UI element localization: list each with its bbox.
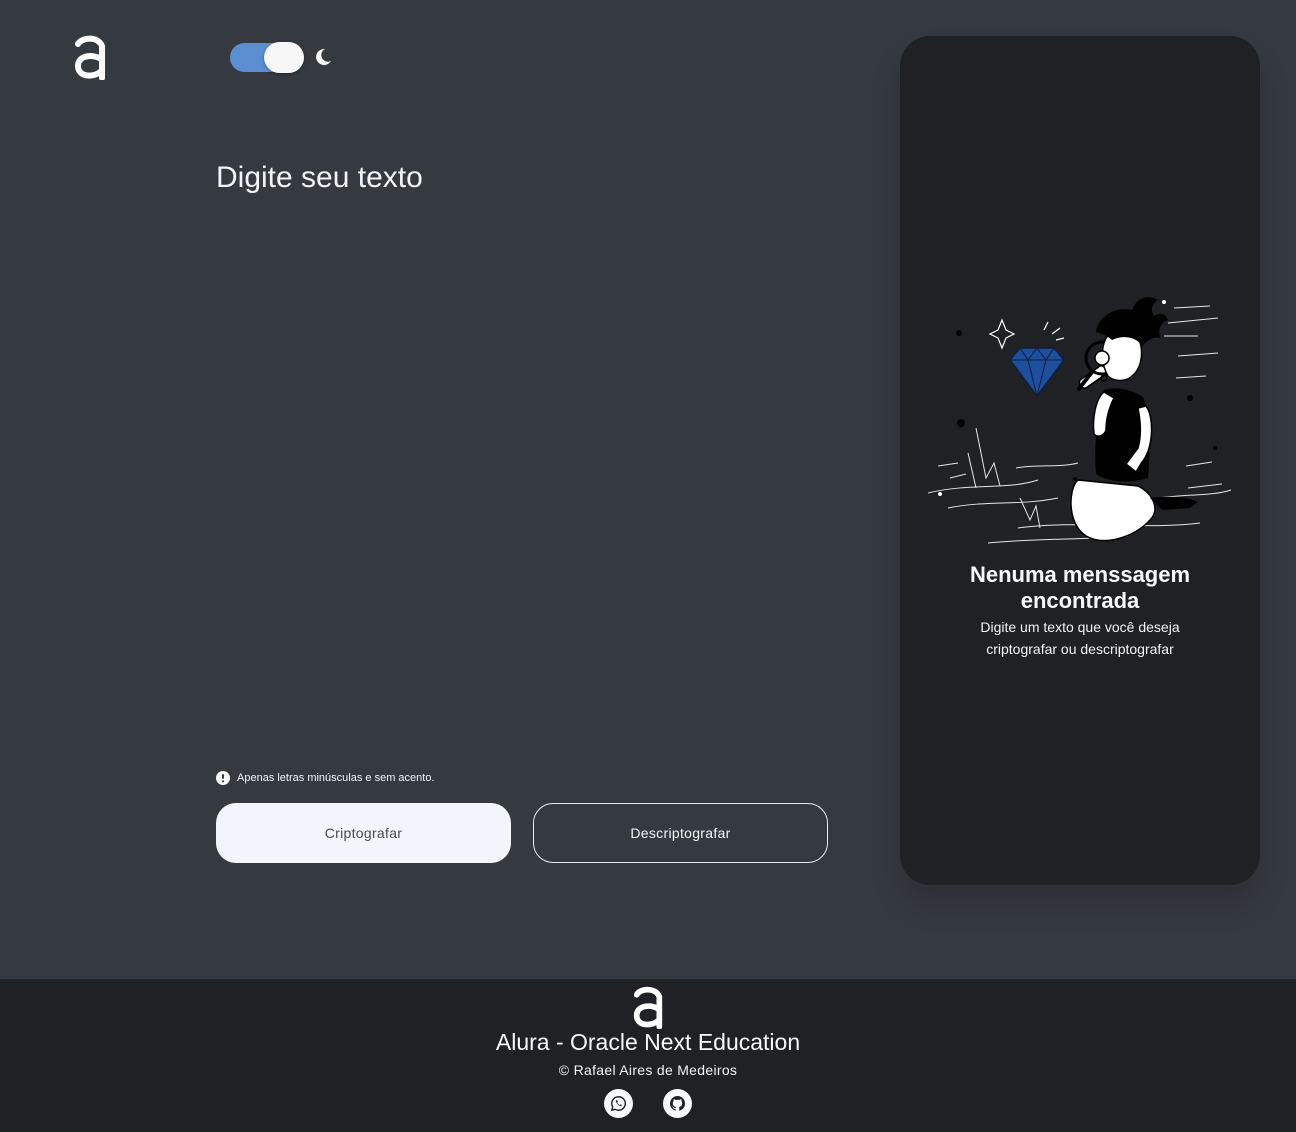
encrypt-button[interactable]: Criptografar: [216, 803, 511, 863]
whatsapp-icon: [610, 1096, 626, 1112]
footer: Alura - Oracle Next Education © Rafael A…: [0, 979, 1296, 1132]
empty-state-title-line2: encontrada: [1020, 588, 1140, 613]
github-icon: [669, 1096, 686, 1111]
theme-toggle[interactable]: [230, 42, 304, 73]
footer-title: Alura - Oracle Next Education: [495, 1029, 801, 1055]
empty-state-title-line1: Nenuma menssagem: [969, 562, 1191, 587]
alura-logo-icon: [633, 986, 663, 1029]
decrypt-button[interactable]: Descriptografar: [533, 803, 828, 863]
toggle-knob: [264, 42, 304, 73]
moon-icon: [316, 48, 331, 65]
alura-logo-icon[interactable]: [72, 34, 108, 80]
output-panel: Nenuma menssagem encontrada Digite um te…: [900, 36, 1260, 885]
empty-state-title: Nenuma menssagem encontrada: [900, 562, 1260, 614]
empty-state-subtitle: Digite um texto que você deseja criptogr…: [980, 619, 1180, 657]
hint-text: Apenas letras minúsculas e sem acento.: [237, 772, 435, 784]
person-searching-diamond-illustration: [928, 297, 1232, 544]
github-link[interactable]: [663, 1089, 692, 1118]
input-hint: Apenas letras minúsculas e sem acento.: [216, 771, 435, 785]
exclamation-circle-icon: [216, 771, 230, 785]
message-textarea[interactable]: [216, 158, 828, 738]
whatsapp-link[interactable]: [604, 1089, 633, 1118]
footer-copyright: © Rafael Aires de Medeiros: [558, 1062, 738, 1078]
